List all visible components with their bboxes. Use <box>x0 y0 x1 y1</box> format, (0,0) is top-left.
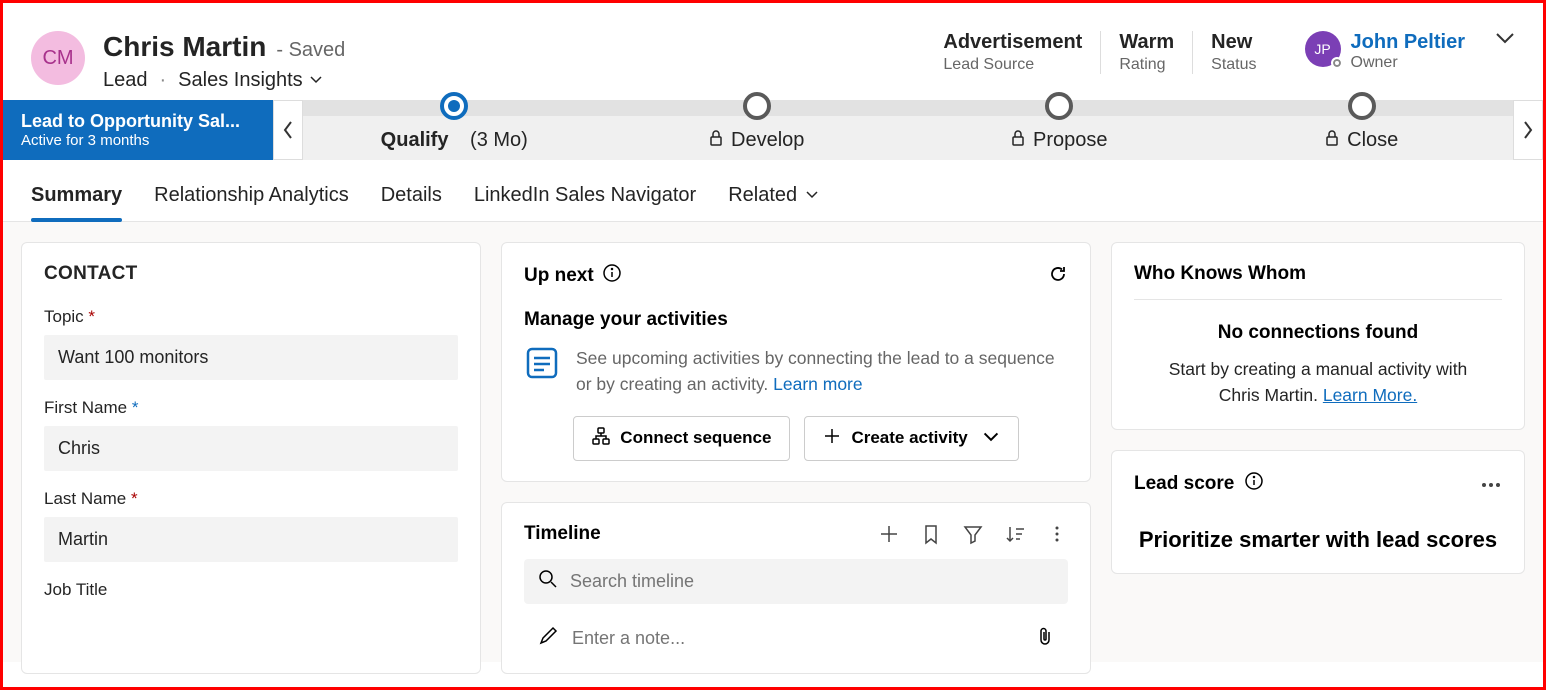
lead-score-section: Lead score Prioritize smarter with lead … <box>1111 450 1525 574</box>
activity-list-icon <box>524 345 560 386</box>
record-avatar: CM <box>31 31 85 85</box>
topic-label: Topic * <box>44 307 458 327</box>
header-fields: Advertisement Lead Source Warm Rating Ne… <box>925 31 1515 74</box>
bpf-next-button[interactable] <box>1513 100 1543 160</box>
learn-more-link[interactable]: Learn more <box>773 374 863 394</box>
add-icon[interactable] <box>878 523 900 545</box>
lock-icon <box>1325 129 1339 152</box>
header-field-leadsource[interactable]: Advertisement Lead Source <box>925 31 1100 74</box>
timeline-note-row[interactable] <box>524 614 1068 663</box>
record-header: CM Chris Martin - Saved Lead · Sales Ins… <box>3 3 1543 92</box>
wkw-subtext: Start by creating a manual activity with… <box>1134 356 1502 409</box>
stage-circle-icon <box>743 92 771 120</box>
tab-summary[interactable]: Summary <box>31 176 122 221</box>
chevron-down-icon <box>982 427 1000 450</box>
up-next-description: See upcoming activities by connecting th… <box>576 345 1068 398</box>
lead-score-title: Lead score <box>1134 473 1234 495</box>
lock-icon <box>1011 129 1025 152</box>
contact-section: CONTACT Topic * First Name * Last Name *… <box>21 242 481 674</box>
header-field-owner[interactable]: JP John Peltier Owner <box>1275 31 1465 72</box>
refresh-icon[interactable] <box>1048 264 1068 289</box>
timeline-search[interactable] <box>524 559 1068 604</box>
form-tabs: Summary Relationship Analytics Details L… <box>3 160 1543 222</box>
owner-avatar: JP <box>1305 31 1341 67</box>
up-next-subtitle: Manage your activities <box>524 309 1068 331</box>
tab-related[interactable]: Related <box>728 176 819 221</box>
header-field-status[interactable]: New Status <box>1192 31 1274 74</box>
jobtitle-label: Job Title <box>44 580 458 600</box>
up-next-title: Up next <box>524 265 594 287</box>
timeline-search-input[interactable] <box>570 571 1054 592</box>
lock-icon <box>709 129 723 152</box>
hierarchy-icon <box>592 427 610 450</box>
entity-label: Lead <box>103 69 148 92</box>
save-status: - Saved <box>276 39 345 62</box>
bpf-stage-qualify[interactable]: Qualify (3 Mo) <box>303 100 606 160</box>
section-title: CONTACT <box>44 263 458 285</box>
more-icon[interactable] <box>1046 523 1068 545</box>
bpf-stage-propose[interactable]: Propose <box>908 100 1211 160</box>
timeline-title: Timeline <box>524 523 858 545</box>
pencil-icon <box>538 626 558 651</box>
tab-relationship-analytics[interactable]: Relationship Analytics <box>154 176 349 221</box>
lead-score-headline: Prioritize smarter with lead scores <box>1134 527 1502 553</box>
timeline-section: Timeline <box>501 502 1091 674</box>
attachment-icon[interactable] <box>1036 626 1054 651</box>
bpf-stage-develop[interactable]: Develop <box>606 100 909 160</box>
up-next-section: Up next Manage your activities See upcom… <box>501 242 1091 482</box>
header-field-rating[interactable]: Warm Rating <box>1100 31 1192 74</box>
bpf-prev-button[interactable] <box>273 100 303 160</box>
bpf-process-label[interactable]: Lead to Opportunity Sal... Active for 3 … <box>3 100 273 160</box>
chevron-down-icon <box>805 184 819 207</box>
chevron-down-icon <box>309 69 323 92</box>
wkw-title: Who Knows Whom <box>1134 263 1502 300</box>
header-expand-button[interactable] <box>1495 31 1515 49</box>
tab-details[interactable]: Details <box>381 176 442 221</box>
who-knows-whom-section: Who Knows Whom No connections found Star… <box>1111 242 1525 430</box>
firstname-label: First Name * <box>44 398 458 418</box>
wkw-no-connections: No connections found <box>1134 322 1502 344</box>
info-icon[interactable] <box>602 263 622 289</box>
stage-circle-icon <box>1348 92 1376 120</box>
bpf-stage-close[interactable]: Close <box>1211 100 1514 160</box>
firstname-input[interactable] <box>44 426 458 471</box>
sort-icon[interactable] <box>1004 523 1026 545</box>
topic-input[interactable] <box>44 335 458 380</box>
plus-icon <box>823 427 841 450</box>
timeline-note-input[interactable] <box>572 628 1022 649</box>
tab-linkedin[interactable]: LinkedIn Sales Navigator <box>474 176 696 221</box>
lastname-label: Last Name * <box>44 489 458 509</box>
info-icon[interactable] <box>1244 471 1264 497</box>
bookmark-icon[interactable] <box>920 523 942 545</box>
more-icon[interactable] <box>1480 475 1502 493</box>
connect-sequence-button[interactable]: Connect sequence <box>573 416 790 461</box>
wkw-learn-more-link[interactable]: Learn More. <box>1323 385 1417 405</box>
lastname-input[interactable] <box>44 517 458 562</box>
business-process-flow: Lead to Opportunity Sal... Active for 3 … <box>3 100 1543 160</box>
search-icon <box>538 569 558 594</box>
form-selector[interactable]: Sales Insights <box>178 69 323 92</box>
record-title: Chris Martin <box>103 31 266 63</box>
create-activity-button[interactable]: Create activity <box>804 416 1018 461</box>
separator-dot: · <box>160 69 167 92</box>
presence-indicator <box>1331 57 1343 69</box>
filter-icon[interactable] <box>962 523 984 545</box>
